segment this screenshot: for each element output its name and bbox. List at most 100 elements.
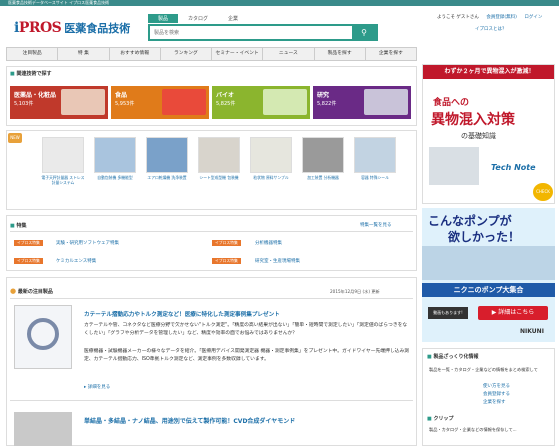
features-title: ■ 特集 (10, 223, 27, 229)
ad2-line2: 欲しかった！ (448, 230, 521, 244)
news-body-1: カテーテルや管、コネクタなど医療分野で欠かせない"トルク測定"。「精度の高い結果… (84, 323, 408, 336)
news-date: 2015年12月9日 (水) 更新 (330, 289, 380, 294)
ad1-top: わずか２ヶ月で異物混入が激減！ (423, 65, 554, 79)
product-image (302, 137, 344, 173)
ad1-line2: 異物混入対策 (431, 112, 515, 128)
ad1-line3: の基礎知識 (461, 132, 496, 140)
category-food[interactable]: 食品 5,953件 (111, 86, 209, 119)
search-box: ⚲ (148, 24, 378, 41)
about-link[interactable]: イプロスとは？ (475, 26, 507, 32)
news-headline-2[interactable]: 単結晶・多結晶・ナノ結晶、用途別で伝えて製作可能！CVD合成ダイヤモンド (84, 416, 295, 425)
nav-item[interactable]: 特 集 (58, 48, 110, 60)
feature-link[interactable]: ケミカルエンス特集 (56, 258, 96, 264)
news-title: ● 最新の注目製品 (10, 287, 53, 295)
top-banner-text: 医薬食品技術データベースサイト イプロス医薬食品技術 (8, 0, 110, 5)
product-image (146, 137, 188, 173)
logo-name: 医薬食品技術 (64, 22, 131, 35)
nav-item[interactable]: 製品を探す (315, 48, 366, 60)
nav-item[interactable]: 企業を探す (366, 48, 416, 60)
ad2-video: 動画もあります! (428, 307, 468, 319)
nav-item[interactable]: ランキング (161, 48, 212, 60)
news-body-2: 医療機器・試験機器メーカーの様々なデータを紹介。「医療用デバイス開発測定器 機器… (84, 349, 410, 362)
ad1-line1: 食品への (433, 98, 470, 108)
category-bio[interactable]: バイオ 5,825件 (212, 86, 310, 119)
category-image (263, 89, 307, 115)
search-input[interactable] (150, 26, 340, 39)
category-image (61, 89, 105, 115)
ad2-detail-button[interactable]: ▶ 詳細はこちら (478, 306, 548, 320)
site-logo[interactable]: iPROS 医薬食品技術 (14, 20, 130, 36)
category-icon: ■ (10, 71, 15, 77)
clip-text: 製品・カタログ・企業などの情報を保存して... (429, 427, 517, 432)
search-tabs: 製品 カタログ 企業 (148, 14, 248, 23)
new-badge: NEW (8, 133, 22, 143)
nav-item[interactable]: セミナー・イベント (212, 48, 264, 60)
ad1-illustration (429, 147, 479, 185)
ad2-pumps (422, 246, 555, 280)
divider (10, 400, 413, 401)
product-photo (27, 318, 59, 350)
news-more-link[interactable]: ▸ 詳細を見る (84, 384, 110, 390)
product-image (42, 137, 84, 173)
product-image (250, 137, 292, 173)
arrow-icon: ▸ (84, 385, 87, 390)
sidebox-link[interactable]: 使い方を見る (483, 383, 510, 389)
divider (10, 298, 413, 299)
bulb-icon: ● (10, 287, 17, 295)
product-item[interactable]: シート型成型機 包装機 (196, 137, 242, 190)
features-more-link[interactable]: 特集一覧を見る (360, 222, 392, 228)
tab-products[interactable]: 製品 (148, 14, 179, 23)
login-link[interactable]: ログイン (524, 15, 542, 20)
nav-item[interactable]: おすすめ情報 (110, 48, 161, 60)
features-icon: ■ (10, 223, 15, 229)
category-title: ■ 関連技術で探す (10, 71, 52, 77)
product-item[interactable]: 加工装置 分析機器 (300, 137, 346, 190)
logo-mark: iPROS (14, 20, 62, 36)
product-item[interactable]: 自動包装機 多機能型 (92, 137, 138, 190)
category-pharma[interactable]: 医薬品・化粧品 5,103件 (10, 86, 108, 119)
register-link[interactable]: 会員登録(無料) (486, 15, 517, 20)
product-image (198, 137, 240, 173)
tab-catalog[interactable]: カタログ (178, 14, 218, 23)
header-account: ようこそ ゲストさん 会員登録(無料) ログイン (437, 14, 542, 20)
nav-item[interactable]: 注目製品 (7, 48, 59, 60)
ad2-line3: ニクニのポンプ大集合 (422, 283, 555, 297)
info-icon: ■ (427, 354, 432, 360)
search-button[interactable]: ⚲ (352, 26, 376, 39)
category-image (162, 89, 206, 115)
nav-item[interactable]: ニュース (263, 48, 315, 60)
top-banner: 医薬食品技術データベースサイト イプロス医薬食品技術 (0, 0, 559, 6)
product-image (94, 137, 136, 173)
category-research[interactable]: 研究 5,822件 (313, 86, 411, 119)
news-image[interactable] (14, 305, 72, 369)
feature-link[interactable]: 分析機器特集 (255, 240, 282, 246)
arrow-icon: ▶ (491, 309, 497, 316)
guest-greeting: ようこそ ゲストさん (437, 15, 479, 20)
ad2-maker: NIKUNI (520, 328, 544, 335)
product-item[interactable]: 粒状物 原料サンプル (248, 137, 294, 190)
clip-title: ■ クリップ (427, 416, 454, 422)
product-item[interactable]: 容器 特殊シール (352, 137, 398, 190)
product-item[interactable]: エアロ乾燥機 洗浄装置 (144, 137, 190, 190)
sidebar-info-box: ■ 製品ざっくり化情報 製品を一覧・カタログ・企業などの情報をまとめ検索して 使… (422, 348, 555, 446)
feature-tag: イプロス特集 (212, 258, 241, 264)
feature-link[interactable]: 研究室・生産現場特集 (255, 258, 300, 264)
sidebox-link[interactable]: 企業を探す (483, 399, 506, 405)
product-item[interactable]: 電子天秤計量器 ストレス計量システム (40, 137, 86, 190)
product-image (354, 137, 396, 173)
divider (10, 231, 413, 232)
sidebox-text: 製品を一覧・カタログ・企業などの情報をまとめ検索して (429, 367, 538, 372)
feature-link[interactable]: 実験・研究用ソフトウェア特集 (56, 240, 119, 246)
sidebox-link[interactable]: 会員登録する (483, 391, 510, 397)
news-headline[interactable]: カテーテル摺動応力やトルク測定など！医療に特化した測定事例集プレゼント (84, 310, 280, 318)
tab-company[interactable]: 企業 (218, 14, 248, 23)
ad2-line1: こんなポンプが (428, 214, 512, 228)
category-image (364, 89, 408, 115)
sidebox-title: ■ 製品ざっくり化情報 (427, 354, 479, 360)
ad-banner-pump[interactable]: こんなポンプが 欲しかった！ ニクニのポンプ大集合 動画もあります! ▶ 詳細は… (422, 208, 555, 342)
ad-banner-foreign-matter[interactable]: わずか２ヶ月で異物混入が激減！ 食品への 異物混入対策 の基礎知識 Tech N… (422, 64, 555, 204)
clip-icon: ■ (427, 416, 432, 422)
ad1-brand: Tech Note (491, 163, 536, 172)
main-nav: 注目製品 特 集 おすすめ情報 ランキング セミナー・イベント ニュース 製品を… (6, 47, 417, 61)
news-thumb[interactable] (14, 412, 72, 446)
